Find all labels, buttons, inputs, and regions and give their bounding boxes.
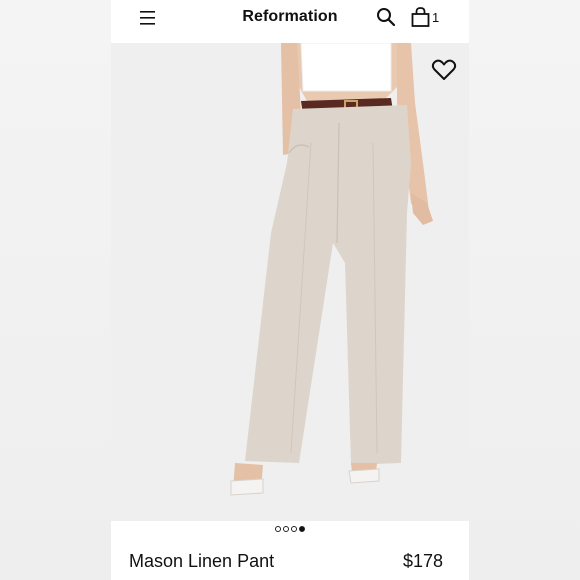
pagination-dot-2[interactable] bbox=[283, 526, 289, 532]
backdrop-right bbox=[469, 0, 580, 580]
cart-count: 1 bbox=[432, 10, 440, 25]
pagination-dot-3[interactable] bbox=[291, 526, 297, 532]
product-name: Mason Linen Pant bbox=[129, 551, 275, 571]
model-wearing-pants bbox=[230, 43, 433, 496]
search-button[interactable] bbox=[376, 7, 396, 27]
search-icon bbox=[377, 8, 396, 27]
backdrop-left bbox=[0, 0, 111, 580]
pagination-dot-4[interactable] bbox=[299, 526, 305, 532]
product-price: $178 bbox=[402, 551, 443, 571]
product-page: Reformation 1 Mason Linen Pant $178 bbox=[111, 0, 469, 580]
heart-icon bbox=[431, 59, 457, 80]
pagination-dot-1[interactable] bbox=[275, 526, 281, 532]
shopping-bag-icon bbox=[411, 7, 430, 27]
image-pagination bbox=[111, 526, 469, 532]
wishlist-button[interactable] bbox=[431, 58, 457, 82]
product-image[interactable] bbox=[111, 43, 469, 521]
top-nav: Reformation 1 bbox=[111, 0, 469, 43]
cart-button[interactable]: 1 bbox=[411, 6, 445, 28]
